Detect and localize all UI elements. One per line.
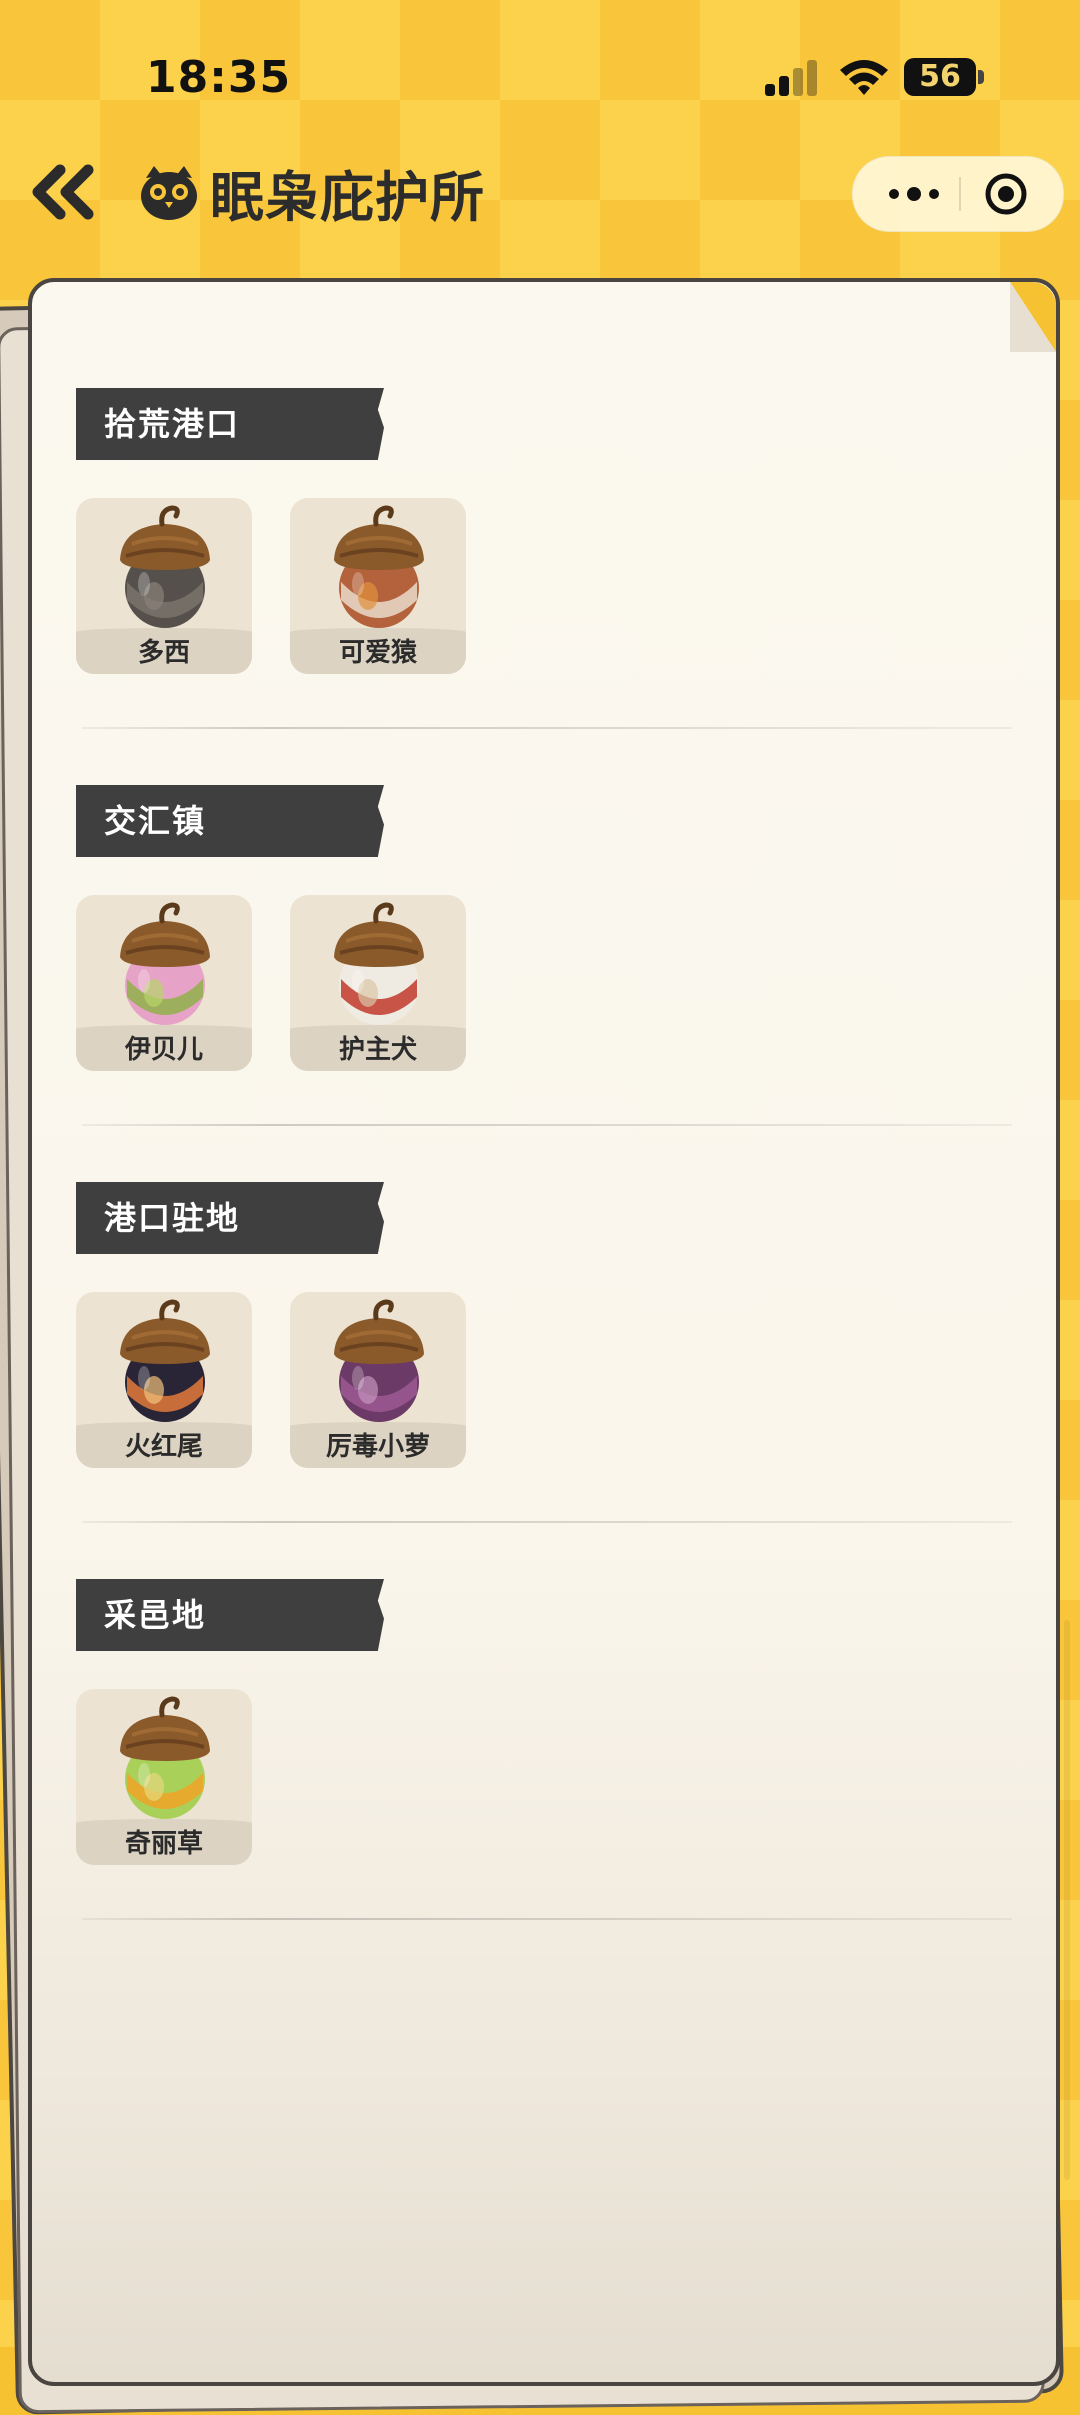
section-4: 采邑地 奇丽草	[32, 1579, 1056, 1979]
section-divider	[82, 1918, 1012, 1920]
creature-name: 护主犬	[290, 1025, 466, 1071]
section-title: 拾荒港口	[104, 405, 241, 443]
more-options-button[interactable]	[871, 157, 957, 231]
dot-icon	[889, 189, 899, 199]
creature-card[interactable]: 多西	[76, 498, 252, 674]
creature-name: 伊贝儿	[76, 1025, 252, 1071]
dot-icon	[907, 187, 921, 201]
creature-name: 多西	[76, 628, 252, 674]
creature-card[interactable]: 护主犬	[290, 895, 466, 1071]
creature-card[interactable]: 火红尾	[76, 1292, 252, 1468]
acorn-icon	[334, 1299, 424, 1422]
double-chevron-left-icon	[32, 164, 94, 220]
creature-card[interactable]: 可爱猿	[290, 498, 466, 674]
section-divider	[82, 1521, 1012, 1523]
creature-card[interactable]: 奇丽草	[76, 1689, 252, 1865]
page-title: 眠枭庇护所	[210, 165, 485, 229]
back-button[interactable]	[30, 160, 110, 224]
acorn-icon	[120, 505, 210, 628]
section-title: 采邑地	[104, 1596, 207, 1634]
creature-name: 奇丽草	[76, 1819, 252, 1865]
creature-card[interactable]: 伊贝儿	[76, 895, 252, 1071]
acorn-icon	[120, 1696, 210, 1819]
section-divider	[82, 1124, 1012, 1126]
creature-name: 可爱猿	[290, 628, 466, 674]
scrollbar[interactable]	[1064, 1620, 1070, 2180]
acorn-icon	[334, 902, 424, 1025]
cellular-signal-icon	[765, 58, 821, 96]
status-time: 18:35	[146, 52, 292, 103]
section-divider	[82, 727, 1012, 729]
acorn-icon	[334, 505, 424, 628]
content-panel: 拾荒港口 多西 可爱猿 交汇镇 伊贝儿 护主犬 港口驻地 火红尾 厉毒小萝 采邑地	[28, 278, 1060, 2386]
battery-level: 56	[919, 59, 961, 94]
creature-name: 火红尾	[76, 1422, 252, 1468]
miniprogram-capsule	[852, 156, 1064, 232]
page-title-group: 眠枭庇护所	[136, 152, 485, 232]
acorn-icon	[120, 1299, 210, 1422]
section-title: 交汇镇	[104, 802, 207, 840]
section-1: 拾荒港口 多西 可爱猿	[32, 388, 1056, 788]
section-title: 港口驻地	[104, 1199, 241, 1237]
creature-card[interactable]: 厉毒小萝	[290, 1292, 466, 1468]
section-3: 港口驻地 火红尾 厉毒小萝	[32, 1182, 1056, 1582]
owl-logo-icon	[141, 166, 197, 220]
close-miniprogram-button[interactable]	[983, 171, 1029, 217]
capsule-divider	[959, 177, 961, 211]
acorn-icon	[120, 902, 210, 1025]
battery-cap	[978, 70, 984, 84]
wifi-icon	[840, 60, 888, 95]
creature-name: 厉毒小萝	[290, 1422, 466, 1468]
page-fold-corner	[1010, 282, 1056, 352]
status-bar: 18:35 56	[0, 0, 1080, 150]
section-2: 交汇镇 伊贝儿 护主犬	[32, 785, 1056, 1185]
dot-icon	[929, 189, 939, 199]
